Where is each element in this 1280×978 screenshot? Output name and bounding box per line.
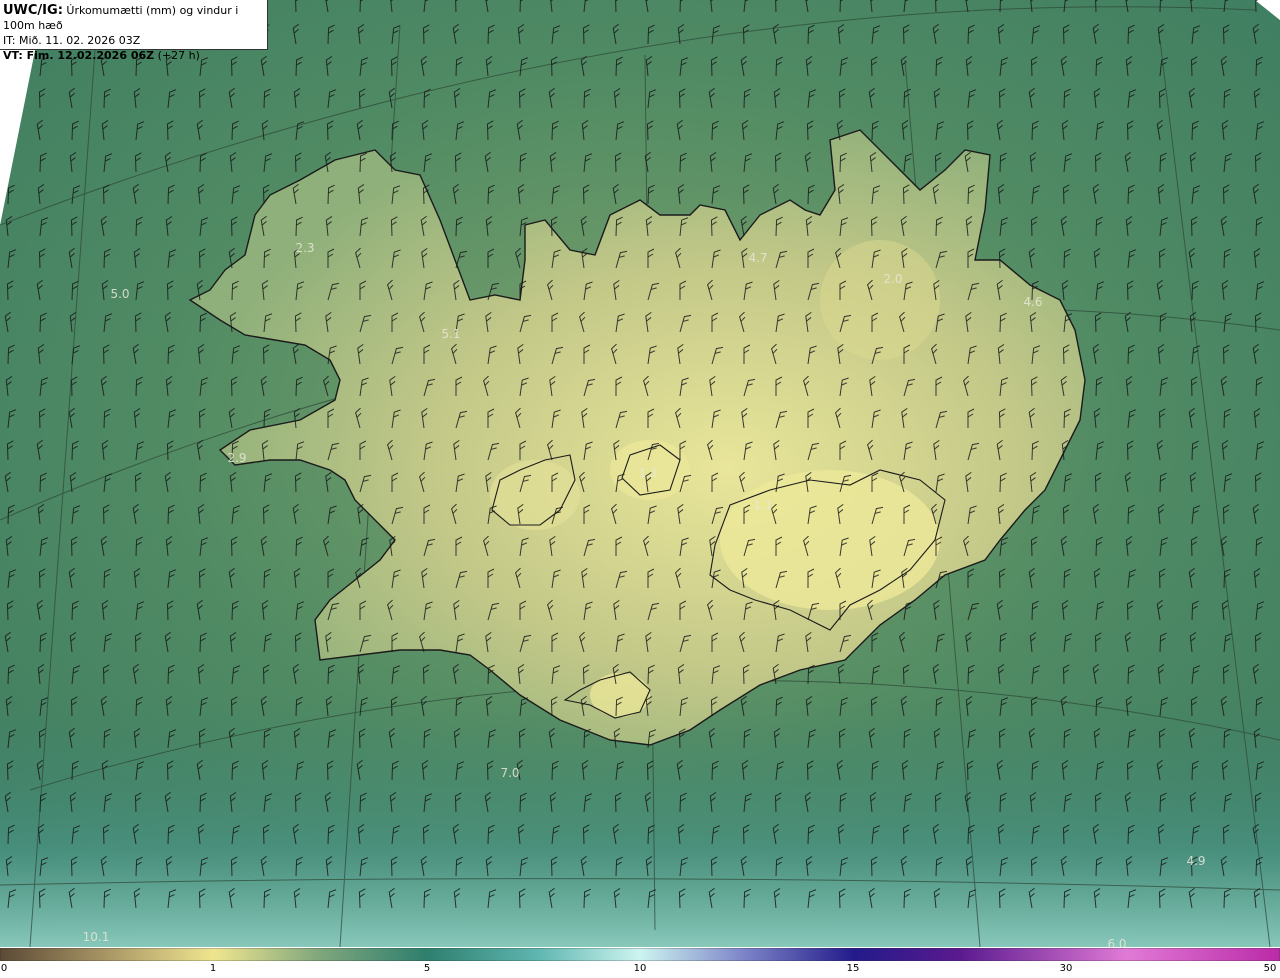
- valid-time-line: VT: Fim. 12.02.2026 06Z (+27 h): [3, 48, 267, 63]
- init-time-value: Mið. 11. 02. 2026 03Z: [18, 34, 141, 47]
- valid-time-label: VT: Fim. 12.02.2026 06Z: [3, 49, 155, 62]
- forecast-offset: (+27 h): [157, 49, 200, 62]
- map-value-label: 4.6: [1023, 295, 1043, 309]
- model-name: UWC/IG:: [3, 3, 63, 18]
- map-value-label: 10.1: [82, 930, 110, 944]
- map-value-label: 2.9: [227, 451, 247, 465]
- init-time-line: IT: Mið. 11. 02. 2026 03Z: [3, 33, 267, 48]
- colorbar-tick: 15: [846, 963, 860, 974]
- map-value-label: 4.7: [748, 251, 768, 265]
- colorbar-tick: 50: [1263, 963, 1277, 974]
- map-value-label: 2.0: [883, 272, 903, 286]
- colorbar-tick: 30: [1059, 963, 1073, 974]
- highland-northeast: [820, 240, 940, 360]
- map-info-box: UWC/IG: Úrkomumætti (mm) og vindur i 100…: [0, 0, 268, 62]
- init-time-label: IT:: [3, 34, 16, 47]
- colorbar-tick: 0: [0, 963, 8, 974]
- precipitation-colorbar: [0, 948, 1280, 961]
- map-value-label: 5.1: [441, 327, 461, 341]
- colorbar-tick: 10: [633, 963, 647, 974]
- colorbar-tick: 1: [209, 963, 217, 974]
- map-value-label: 6.0: [1107, 937, 1127, 951]
- map-value-label: 2.3: [295, 241, 315, 255]
- map-value-label: 1.1: [753, 498, 773, 512]
- map-value-label: 7.0: [500, 766, 520, 780]
- map-value-label: 4.9: [1186, 854, 1206, 868]
- map-value-label: 5.0: [110, 287, 130, 301]
- map-value-label: 1.3: [638, 466, 658, 480]
- colorbar-tick: 5: [423, 963, 431, 974]
